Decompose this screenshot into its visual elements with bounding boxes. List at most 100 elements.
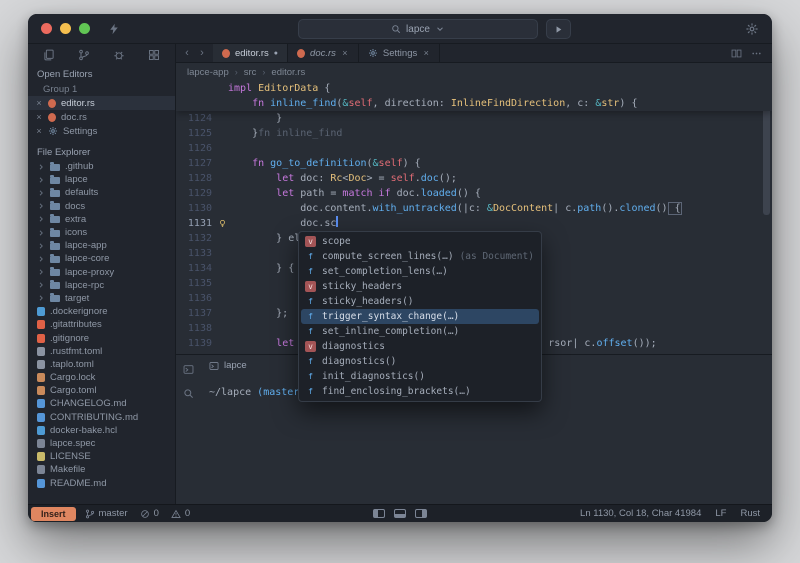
completion-item[interactable]: v sticky_headers xyxy=(301,279,539,294)
editor-tab[interactable]: doc.rs × xyxy=(288,44,359,62)
git-branch-indicator[interactable]: master xyxy=(85,508,128,519)
code-line[interactable]: 1128 let doc: Rc<Doc> = self.doc(); xyxy=(176,171,772,186)
completion-item[interactable]: f find_enclosing_brackets(…) xyxy=(301,384,539,399)
close-icon[interactable]: × xyxy=(422,48,430,58)
close-window-button[interactable] xyxy=(41,23,52,34)
search-panel-icon[interactable] xyxy=(183,388,194,399)
breadcrumb-item[interactable]: src xyxy=(244,67,257,78)
completion-item[interactable]: f set_inline_completion(…) xyxy=(301,324,539,339)
tree-item[interactable]: README.md xyxy=(28,477,175,490)
code-line[interactable]: 1125 }fn inline_find xyxy=(176,126,772,141)
extensions-icon[interactable] xyxy=(148,49,160,61)
open-editor-item[interactable]: × editor.rs xyxy=(28,96,175,110)
file-explorer-header[interactable]: File Explorer xyxy=(28,144,175,160)
tree-item[interactable]: icons xyxy=(28,226,175,239)
code-line[interactable]: impl EditorData { xyxy=(176,81,772,96)
command-palette[interactable]: lapce xyxy=(298,19,538,39)
sidebar: Open Editors Group 1 × editor.rs × doc.rs × S… xyxy=(28,44,176,504)
gutter-spacer xyxy=(216,306,228,321)
tree-item[interactable]: Cargo.lock xyxy=(28,371,175,384)
editor-tab[interactable]: Settings × xyxy=(359,44,441,62)
completion-item[interactable]: f compute_screen_lines(…) (as Document) xyxy=(301,249,539,264)
tree-item[interactable]: .dockerignore xyxy=(28,305,175,318)
completion-item[interactable]: v diagnostics xyxy=(301,339,539,354)
forward-icon[interactable]: › xyxy=(196,47,208,59)
completion-item[interactable]: f sticky_headers() xyxy=(301,294,539,309)
run-button[interactable] xyxy=(546,19,571,39)
tree-item[interactable]: extra xyxy=(28,213,175,226)
minimize-window-button[interactable] xyxy=(60,23,71,34)
tree-item[interactable]: lapce xyxy=(28,173,175,186)
close-icon[interactable]: × xyxy=(35,98,43,108)
tree-item[interactable]: lapce-app xyxy=(28,239,175,252)
open-editor-item[interactable]: × Settings xyxy=(28,124,175,138)
line-ending[interactable]: LF xyxy=(715,508,726,519)
tree-item[interactable]: .gitignore xyxy=(28,331,175,344)
tree-item-label: .github xyxy=(65,161,94,173)
tree-item[interactable]: .rustfmt.toml xyxy=(28,345,175,358)
breadcrumb-item[interactable]: lapce-app xyxy=(187,67,229,78)
toggle-left-panel-icon[interactable] xyxy=(373,509,385,518)
debug-icon[interactable] xyxy=(113,49,125,61)
tree-item[interactable]: .gitattributes xyxy=(28,318,175,331)
code-line[interactable]: 1127 fn go_to_definition(&self) { xyxy=(176,156,772,171)
code-line[interactable]: 1124 } xyxy=(176,111,772,126)
editor-tab[interactable]: editor.rs ● xyxy=(213,44,289,62)
more-actions-icon[interactable] xyxy=(751,48,762,59)
completion-item[interactable]: v scope xyxy=(301,234,539,249)
tree-item[interactable]: lapce-proxy xyxy=(28,266,175,279)
open-editor-item[interactable]: × doc.rs xyxy=(28,110,175,124)
completion-item[interactable]: f init_diagnostics() xyxy=(301,369,539,384)
tree-item[interactable]: CONTRIBUTING.md xyxy=(28,411,175,424)
plain-file-icon xyxy=(37,439,45,449)
code-line[interactable]: 1130 doc.content.with_untracked(|c: &Doc… xyxy=(176,201,772,216)
folder-icon xyxy=(50,293,60,303)
back-icon[interactable]: ‹ xyxy=(181,47,193,59)
panel-toggles xyxy=(373,509,427,518)
gutter-spacer xyxy=(216,96,228,111)
tree-item[interactable]: Cargo.toml xyxy=(28,384,175,397)
completion-item[interactable]: f diagnostics() xyxy=(301,354,539,369)
language-mode[interactable]: Rust xyxy=(740,508,760,519)
warning-indicator[interactable]: 0 xyxy=(171,508,190,519)
close-icon[interactable]: × xyxy=(35,126,43,136)
completion-item[interactable]: f set_completion_lens(…) xyxy=(301,264,539,279)
tree-item[interactable]: target xyxy=(28,292,175,305)
cursor-position[interactable]: Ln 1130, Col 18, Char 41984 xyxy=(580,508,701,519)
gutter-spacer xyxy=(216,201,228,216)
code-line[interactable]: 1126 xyxy=(176,141,772,156)
tree-item[interactable]: defaults xyxy=(28,186,175,199)
maximize-window-button[interactable] xyxy=(79,23,90,34)
function-kind-icon: f xyxy=(308,252,313,261)
code-line[interactable]: 1129 let path = match if doc.loaded() { xyxy=(176,186,772,201)
terminal-panel-icon[interactable] xyxy=(183,364,194,375)
branch-icon xyxy=(85,509,95,519)
settings-icon[interactable] xyxy=(745,22,759,36)
tree-item[interactable]: .github xyxy=(28,160,175,173)
tree-item[interactable]: docs xyxy=(28,200,175,213)
tree-item[interactable]: lapce-core xyxy=(28,252,175,265)
toggle-right-panel-icon[interactable] xyxy=(415,509,427,518)
completion-item[interactable]: f trigger_syntax_change(…) xyxy=(301,309,539,324)
tree-item[interactable]: Makefile xyxy=(28,463,175,476)
tree-item[interactable]: .taplo.toml xyxy=(28,358,175,371)
tree-item[interactable]: LICENSE xyxy=(28,450,175,463)
close-icon[interactable]: × xyxy=(35,112,43,122)
split-editor-icon[interactable] xyxy=(731,48,742,59)
folder-icon xyxy=(50,174,60,184)
breadcrumb-item[interactable]: editor.rs xyxy=(271,67,305,78)
code-line[interactable]: fn inline_find(&self, direction: InlineF… xyxy=(176,96,772,111)
code-line[interactable]: 1131 doc.sc xyxy=(176,216,772,231)
error-indicator[interactable]: 0 xyxy=(140,508,159,519)
explorer-icon[interactable] xyxy=(43,49,55,61)
tree-item[interactable]: lapce.spec xyxy=(28,437,175,450)
close-icon[interactable]: × xyxy=(341,48,349,58)
breadcrumb-separator: › xyxy=(234,67,238,77)
tree-item[interactable]: CHANGELOG.md xyxy=(28,397,175,410)
source-control-icon[interactable] xyxy=(78,49,90,61)
tree-item[interactable]: lapce-rpc xyxy=(28,279,175,292)
toggle-bottom-panel-icon[interactable] xyxy=(394,509,406,518)
editor-mode-badge[interactable]: Insert xyxy=(31,506,76,521)
tree-item[interactable]: docker-bake.hcl xyxy=(28,424,175,437)
open-editors-header[interactable]: Open Editors xyxy=(28,66,175,82)
